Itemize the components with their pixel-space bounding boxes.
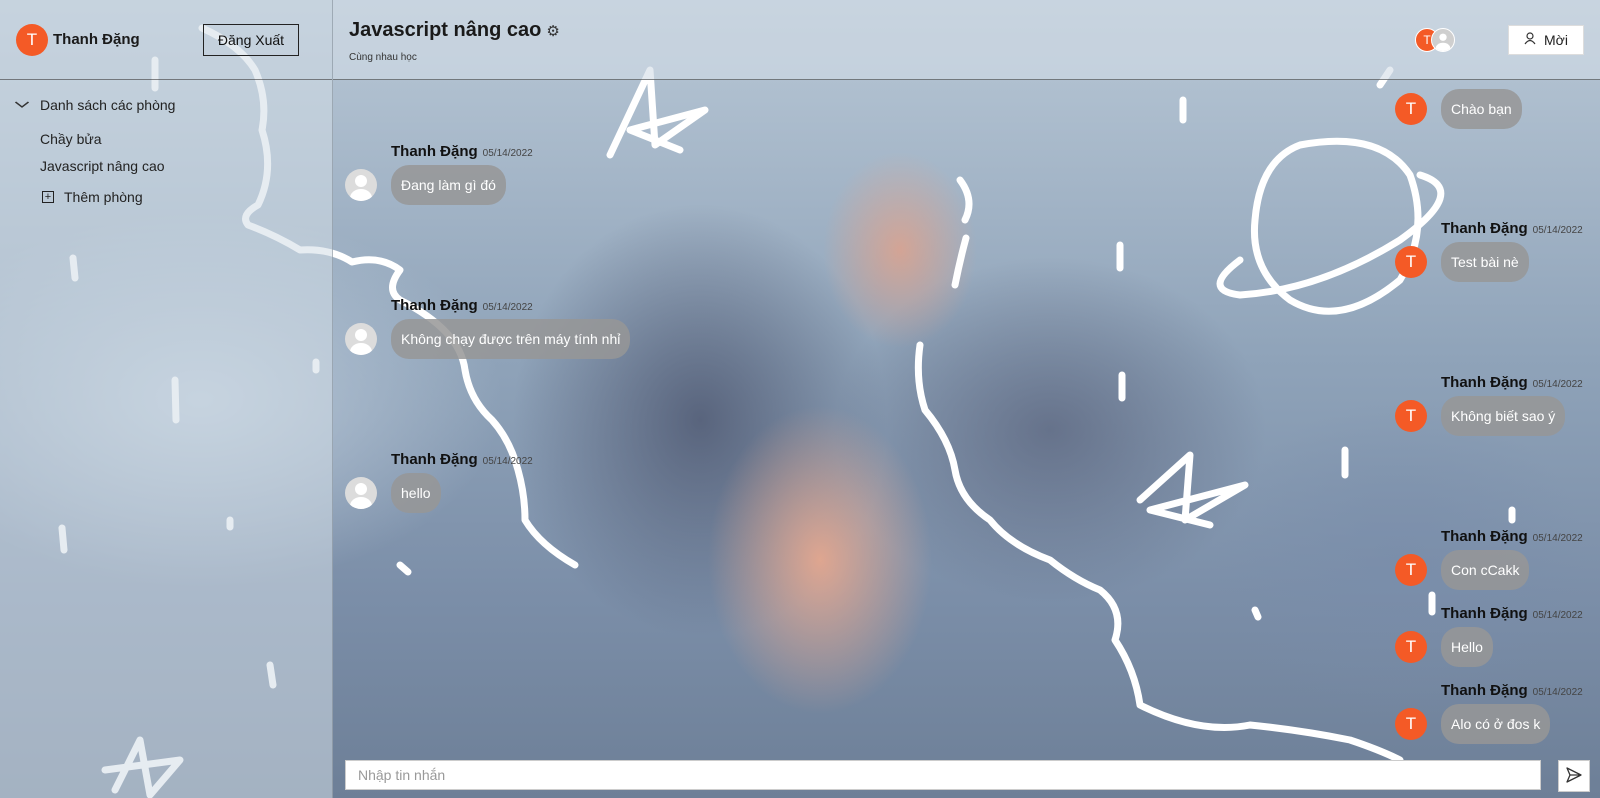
avatar [345,169,377,201]
room-item-javascript[interactable]: Javascript nâng cao [40,153,316,180]
message-item: T Thanh Đặng 05/14/2022 Không biết sao ý [1395,374,1583,436]
message-bubble: Con cCakk [1441,550,1530,590]
message-bubble: Test bài nè [1441,242,1529,282]
user-icon [1524,32,1536,48]
invite-label: Mời [1544,32,1568,48]
avatar: T [1395,708,1427,740]
avatar: T [1395,631,1427,663]
room-title-row: Javascript nâng cao ⚙ [349,19,560,42]
message-date: 05/14/2022 [1532,610,1583,621]
avatar: T [1395,554,1427,586]
room-title: Javascript nâng cao [349,19,542,41]
message-author: Thanh Đặng [391,451,478,468]
room-list-heading: Danh sách các phòng [40,97,176,113]
user-name: Thanh Đặng [53,31,140,48]
message-item: T Thanh Đặng 05/14/2022 Hello [1395,605,1583,667]
room-item-chay-bua[interactable]: Chầy bửa [40,126,316,153]
message-bubble: hello [391,473,441,513]
message-bubble: Alo có ở đos k [1441,704,1551,744]
send-button[interactable] [1558,760,1590,792]
message-item: T Thanh Đặng 05/14/2022 Con cCakk [1395,528,1583,590]
room-list: Chầy bửa Javascript nâng cao [40,126,316,180]
sidebar: T Thanh Đặng Đăng Xuất Danh sách các phò… [0,0,333,798]
message-input[interactable] [345,760,1541,790]
invite-button[interactable]: Mời [1508,25,1584,55]
send-icon [1566,766,1582,786]
message-date: 05/14/2022 [1532,225,1583,236]
message-item: T Thanh Đặng 05/14/2022 Alo có ở đos k [1395,682,1583,744]
avatar: T [1395,246,1427,278]
avatar: T [1395,93,1427,125]
room-list-panel: Danh sách các phòng Chầy bửa Javascript … [0,80,332,224]
user-info: T Thanh Đặng Đăng Xuất [0,0,332,80]
message-date: 05/14/2022 [1532,533,1583,544]
message-bubble: Không chạy được trên máy tính nhỉ [391,319,631,359]
logout-button[interactable]: Đăng Xuất [203,23,299,56]
chat-header: Javascript nâng cao ⚙ Cùng nhau học T Mờ… [333,0,1600,80]
message-item: T Chào bạn [1395,67,1522,129]
avatar: T [1395,400,1427,432]
message-bubble: Đang làm gì đó [391,165,506,205]
gear-icon[interactable]: ⚙ [546,22,559,40]
message-item: T Thanh Đặng 05/14/2022 Test bài nè [1395,220,1583,282]
message-date: 05/14/2022 [482,302,533,313]
message-date: 05/14/2022 [1532,379,1583,390]
message-item: Thanh Đặng 05/14/2022 Đang làm gì đó [345,143,533,205]
message-bubble: Chào bạn [1441,89,1522,129]
message-date: 05/14/2022 [482,456,533,467]
message-author: Thanh Đặng [391,297,478,314]
message-date: 05/14/2022 [1532,687,1583,698]
message-author: Thanh Đặng [1441,682,1528,699]
message-author: Thanh Đặng [1441,528,1528,545]
avatar[interactable]: T [16,23,48,56]
message-bubble: Hello [1441,627,1493,667]
chevron-down-icon [14,98,30,112]
message-author: Thanh Đặng [391,143,478,160]
room-description: Cùng nhau học [349,52,417,63]
avatar [345,477,377,509]
message-author: Thanh Đặng [1441,605,1528,622]
member-avatars[interactable]: T [1415,28,1455,52]
message-item: Thanh Đặng 05/14/2022 hello [345,451,533,513]
add-room-button[interactable]: + Thêm phòng [40,184,316,210]
message-author: Thanh Đặng [1441,374,1528,391]
plus-square-icon: + [42,191,54,203]
message-author: Thanh Đặng [1441,220,1528,237]
message-bubble: Không biết sao ý [1441,396,1566,436]
member-avatar-default [1431,28,1455,52]
message-date: 05/14/2022 [482,148,533,159]
avatar [345,323,377,355]
room-list-header[interactable]: Danh sách các phòng [14,94,316,116]
message-item: Thanh Đặng 05/14/2022 Không chạy được trê… [345,297,631,359]
add-room-label: Thêm phòng [64,189,143,205]
